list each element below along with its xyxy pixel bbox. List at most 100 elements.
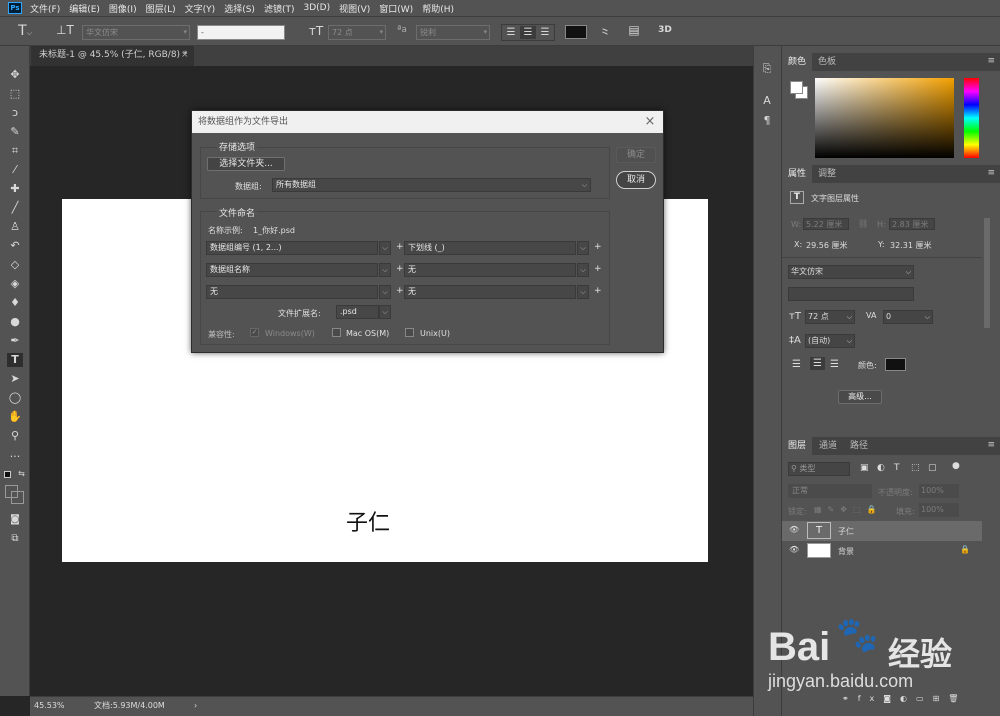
filter-pixel-icon[interactable]: ▣	[860, 463, 869, 473]
filter-toggle-icon[interactable]: ●	[952, 461, 960, 471]
filter-smart-object-icon[interactable]: ▢	[928, 463, 937, 473]
align-right-icon[interactable]: ☰	[537, 26, 553, 39]
antialias-dropdown[interactable]: 锐利 ▾	[416, 25, 490, 40]
font-family-dropdown[interactable]: 华文仿宋 ▾	[82, 25, 190, 40]
advanced-button[interactable]: 高级...	[838, 390, 882, 404]
character-panel-icon[interactable]: A	[760, 94, 774, 107]
eraser-tool-icon[interactable]: ◇	[7, 258, 23, 272]
text-color-swatch[interactable]	[565, 25, 587, 39]
layer-filter-dropdown[interactable]: ⚲ 类型	[788, 462, 850, 476]
zoom-tool-icon[interactable]: ⚲	[7, 429, 23, 443]
foreground-color-swatch[interactable]	[5, 485, 18, 498]
naming-field-2b[interactable]: 无	[404, 263, 576, 277]
new-layer-icon[interactable]: ⊞	[933, 694, 949, 703]
panel-menu-icon[interactable]: ≡	[987, 440, 995, 450]
paragraph-panel-icon[interactable]: ¶	[760, 114, 774, 127]
props-align-right-icon[interactable]: ☰	[830, 359, 839, 370]
path-select-tool-icon[interactable]: ➤	[7, 372, 23, 386]
props-tracking-field[interactable]: 0 ⌵	[883, 310, 933, 324]
naming-field-1b[interactable]: 下划线 (_)	[404, 241, 576, 255]
menu-type[interactable]: 文字(Y)	[185, 2, 216, 15]
layer-row[interactable]: 👁 T 子仁	[782, 521, 982, 541]
blur-tool-icon[interactable]: ♦	[7, 296, 23, 310]
panel-foreground-swatch[interactable]	[790, 81, 803, 94]
props-align-left-icon[interactable]: ☰	[792, 359, 801, 370]
swap-colors-icon[interactable]: ⇆	[17, 469, 26, 478]
default-colors-icon[interactable]	[4, 471, 11, 478]
filter-adjustment-icon[interactable]: ◐	[877, 463, 885, 473]
close-tab-icon[interactable]: ×	[181, 46, 189, 64]
3d-button[interactable]: 3D	[656, 25, 674, 35]
screen-mode-icon[interactable]: ⧉	[7, 532, 23, 546]
chevron-down-icon[interactable]: ⌵	[577, 241, 589, 255]
y-value[interactable]: 32.31 厘米	[890, 240, 931, 251]
props-align-center-icon[interactable]: ☰	[810, 357, 825, 370]
align-center-icon[interactable]: ☰	[520, 26, 536, 39]
props-size-field[interactable]: 72 点 ⌵	[805, 310, 855, 324]
width-field[interactable]: 5.22 厘米	[803, 218, 849, 230]
history-brush-tool-icon[interactable]: ↶	[7, 239, 23, 253]
quick-mask-icon[interactable]: ◙	[7, 513, 23, 527]
tab-adjustments[interactable]: 调整	[812, 165, 842, 183]
document-tab[interactable]: 未标题-1 @ 45.5% (子仁, RGB/8) * ×	[31, 46, 194, 66]
menu-view[interactable]: 视图(V)	[339, 2, 370, 15]
blend-mode-dropdown[interactable]: 正常	[788, 484, 872, 498]
adjustment-layer-icon[interactable]: ◐	[900, 694, 916, 703]
layer-name[interactable]: 背景	[838, 546, 854, 557]
photoshop-logo-icon[interactable]: Ps	[8, 2, 22, 14]
tab-properties[interactable]: 属性	[782, 165, 813, 183]
group-icon[interactable]: ▭	[916, 694, 933, 703]
filter-type-icon[interactable]: T	[894, 463, 900, 473]
menu-select[interactable]: 选择(S)	[224, 2, 255, 15]
chevron-down-icon[interactable]: ⌵	[379, 285, 391, 299]
delete-layer-icon[interactable]: 🗑	[948, 694, 967, 703]
naming-field-3b[interactable]: 无	[404, 285, 576, 299]
dodge-tool-icon[interactable]: ●	[7, 315, 23, 329]
naming-field-3a[interactable]: 无	[206, 285, 378, 299]
menu-help[interactable]: 帮助(H)	[422, 2, 454, 15]
dataset-dropdown[interactable]: 所有数据组 ⌵	[272, 178, 591, 192]
tab-layers[interactable]: 图层	[782, 437, 813, 455]
props-style-dropdown[interactable]	[788, 287, 914, 301]
naming-field-1a[interactable]: 数据组编号 (1, 2...)	[206, 241, 378, 255]
menu-image[interactable]: 图像(I)	[109, 2, 137, 15]
layer-row[interactable]: 👁 背景 🔒	[782, 541, 982, 561]
opacity-field[interactable]: 100%	[919, 484, 959, 498]
brush-tool-icon[interactable]: ╱	[7, 201, 23, 215]
hue-slider[interactable]	[964, 78, 979, 158]
font-size-dropdown[interactable]: 72 点 ▾	[328, 25, 386, 40]
history-panel-icon[interactable]: ⎘	[760, 62, 774, 76]
props-color-swatch[interactable]	[885, 358, 906, 371]
lock-icons[interactable]: ▦✎✥⬚🔒	[814, 505, 882, 514]
clone-stamp-tool-icon[interactable]: ♙	[7, 220, 23, 234]
tab-paths[interactable]: 路径	[844, 437, 874, 455]
props-leading-field[interactable]: (自动) ⌵	[805, 334, 855, 348]
x-value[interactable]: 29.56 厘米	[806, 240, 847, 251]
unix-checkbox[interactable]	[405, 328, 414, 337]
extension-dropdown[interactable]: .psd	[336, 305, 379, 319]
tab-color[interactable]: 颜色	[782, 53, 813, 71]
panel-menu-icon[interactable]: ≡	[987, 168, 995, 178]
eyedropper-tool-icon[interactable]: ⁄	[7, 163, 23, 177]
canvas-text-layer[interactable]: 子仁	[346, 505, 390, 537]
color-field[interactable]	[815, 78, 954, 158]
chevron-down-icon[interactable]: ⌵	[379, 241, 391, 255]
tab-channels[interactable]: 通道	[813, 437, 843, 455]
props-font-dropdown[interactable]: 华文仿宋 ⌵	[788, 265, 914, 279]
more-tools-icon[interactable]: ···	[7, 450, 23, 464]
menu-filter[interactable]: 滤镜(T)	[264, 2, 295, 15]
move-tool-icon[interactable]: ✥	[7, 68, 23, 82]
type-tool-icon[interactable]: T	[7, 353, 23, 367]
mask-icon[interactable]: ◙	[883, 694, 900, 703]
menu-edit[interactable]: 编辑(E)	[69, 2, 100, 15]
type-tool-preset-icon[interactable]: T⌵	[16, 23, 34, 39]
link-layers-icon[interactable]: ⚭	[842, 694, 858, 703]
font-style-dropdown[interactable]: -	[197, 25, 285, 40]
menu-layer[interactable]: 图层(L)	[146, 2, 176, 15]
lasso-tool-icon[interactable]: ↄ	[7, 106, 23, 120]
menu-window[interactable]: 窗口(W)	[379, 2, 413, 15]
filter-shape-icon[interactable]: ⬚	[911, 463, 920, 473]
menu-file[interactable]: 文件(F)	[30, 2, 60, 15]
windows-checkbox[interactable]: ✓	[250, 328, 259, 337]
hand-tool-icon[interactable]: ✋	[7, 410, 23, 424]
